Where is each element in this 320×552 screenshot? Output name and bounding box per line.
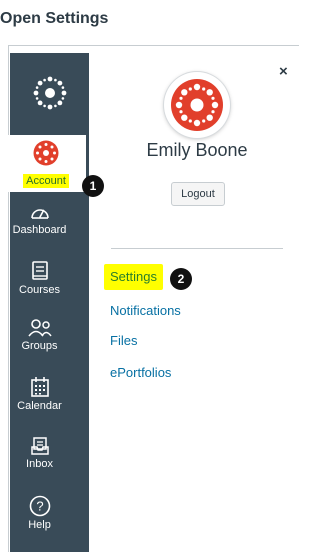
- divider: [111, 248, 283, 249]
- close-icon[interactable]: ×: [279, 63, 288, 80]
- settings-link-label: Settings: [110, 269, 157, 284]
- account-label: Account: [23, 174, 69, 188]
- nav-label-inbox: Inbox: [26, 458, 53, 470]
- canvas-logo-icon: [171, 79, 223, 131]
- account-avatar: [31, 138, 61, 168]
- files-link[interactable]: Files: [110, 333, 137, 348]
- calendar-icon: [30, 377, 49, 397]
- inbox-icon: [30, 437, 49, 455]
- nav-label-help: Help: [28, 519, 51, 531]
- eportfolios-link[interactable]: ePortfolios: [110, 365, 171, 380]
- nav-label-calendar: Calendar: [17, 400, 62, 412]
- settings-link[interactable]: Settings: [104, 264, 163, 290]
- svg-text:?: ?: [36, 499, 43, 514]
- courses-icon: [31, 261, 48, 280]
- nav-item-groups[interactable]: Groups: [0, 318, 79, 352]
- nav-label-dashboard: Dashboard: [12, 224, 67, 236]
- notifications-link[interactable]: Notifications: [110, 303, 181, 318]
- nav-label-groups: Groups: [21, 340, 58, 352]
- nav-item-calendar[interactable]: Calendar: [0, 376, 79, 412]
- dashboard-icon: [30, 209, 49, 219]
- page-heading: Open Settings: [0, 10, 109, 27]
- canvas-logo[interactable]: [10, 53, 89, 133]
- global-nav: [10, 53, 89, 552]
- nav-item-account[interactable]: Account: [6, 135, 86, 192]
- nav-item-inbox[interactable]: Inbox: [0, 436, 79, 470]
- nav-label-courses: Courses: [19, 284, 60, 296]
- canvas-logo-icon: [33, 140, 59, 166]
- step-badge-1: 1: [82, 175, 104, 197]
- step-badge-2: 2: [170, 268, 192, 290]
- logout-button[interactable]: Logout: [171, 182, 225, 206]
- nav-item-courses[interactable]: Courses: [0, 260, 79, 296]
- user-avatar: [164, 72, 230, 138]
- user-name: Emily Boone: [146, 140, 248, 160]
- canvas-logo-icon: [33, 76, 66, 110]
- groups-icon: [27, 319, 52, 337]
- nav-item-dashboard[interactable]: Dashboard: [0, 202, 79, 236]
- nav-item-help[interactable]: ? Help: [0, 495, 79, 531]
- help-icon: ?: [29, 495, 50, 517]
